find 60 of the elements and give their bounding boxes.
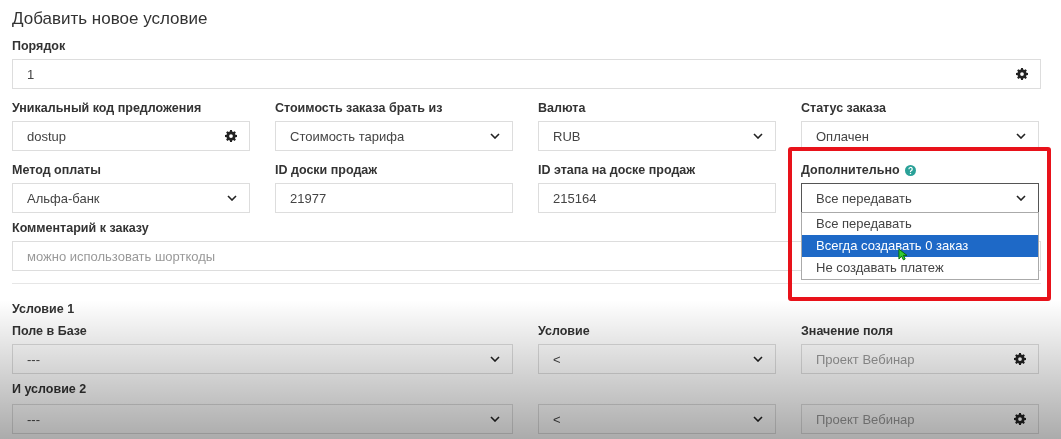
field-label: ID этапа на доске продаж xyxy=(538,163,696,177)
field-label: Уникальный код предложения xyxy=(12,101,202,115)
field-value: Стоимость тарифа xyxy=(290,128,406,144)
field-value: < xyxy=(553,351,562,367)
select-field[interactable]: --- xyxy=(12,344,513,374)
text-field[interactable]: 21977 xyxy=(275,183,513,213)
select-field[interactable]: Стоимость тарифа xyxy=(275,121,513,151)
select-field[interactable]: < xyxy=(538,404,776,434)
field-label: Условие xyxy=(538,324,590,338)
select-field[interactable]: Все передавать xyxy=(801,183,1039,213)
field-value: Альфа-банк xyxy=(27,190,101,206)
text-field[interactable]: 1 xyxy=(12,59,1041,89)
field-label: Поле в Базе xyxy=(12,324,87,338)
form-title: Добавить новое условие xyxy=(12,9,209,29)
condition-title: Условие 1 xyxy=(12,302,76,316)
chevron-down-icon xyxy=(490,133,500,139)
field-value: 21977 xyxy=(290,190,328,206)
field-value: < xyxy=(553,411,562,427)
field-label: Комментарий к заказу xyxy=(12,221,149,235)
field-label: Порядок xyxy=(12,39,66,53)
select-field[interactable]: < xyxy=(538,344,776,374)
field-value: RUB xyxy=(553,128,582,144)
dropdown-option[interactable]: Всегда создавать 0 заказ xyxy=(802,235,1038,257)
chevron-down-icon xyxy=(753,356,763,362)
chevron-down-icon xyxy=(753,416,763,422)
dropdown-option[interactable]: Все передавать xyxy=(802,213,1038,235)
gear-icon[interactable] xyxy=(225,130,237,142)
condition-title: И условие 2 xyxy=(12,382,88,396)
field-value: 1 xyxy=(27,66,36,82)
field-placeholder: Проект Вебинар xyxy=(816,351,915,367)
select-field[interactable]: RUB xyxy=(538,121,776,151)
gear-icon[interactable] xyxy=(1014,413,1026,425)
field-placeholder: Проект Вебинар xyxy=(816,411,915,427)
select-field[interactable]: --- xyxy=(12,404,513,434)
chevron-down-icon xyxy=(1016,195,1026,201)
field-label: Валюта xyxy=(538,101,586,115)
field-value: --- xyxy=(27,411,41,427)
field-value: 215164 xyxy=(553,190,598,206)
field-value: Оплачен xyxy=(816,128,870,144)
field-placeholder: можно использовать шорткоды xyxy=(27,248,216,264)
chevron-down-icon xyxy=(490,416,500,422)
field-label: Статус заказа xyxy=(801,101,886,115)
field-value: Все передавать xyxy=(816,190,913,206)
field-value: --- xyxy=(27,351,41,367)
gear-icon[interactable] xyxy=(1014,353,1026,365)
chevron-down-icon xyxy=(227,195,237,201)
field-label: ID доски продаж xyxy=(275,163,378,177)
field-label: Метод оплаты xyxy=(12,163,101,177)
chevron-down-icon xyxy=(753,133,763,139)
text-field[interactable]: 215164 xyxy=(538,183,776,213)
help-icon[interactable] xyxy=(904,164,916,176)
field-label: Стоимость заказа брать из xyxy=(275,101,443,115)
chevron-down-icon xyxy=(490,356,500,362)
text-field[interactable]: dostup xyxy=(12,121,250,151)
chevron-down-icon xyxy=(1016,133,1026,139)
gear-icon[interactable] xyxy=(1016,68,1028,80)
field-value: dostup xyxy=(27,128,68,144)
field-label: Значение поля xyxy=(801,324,893,338)
field-label: Дополнительно xyxy=(801,163,900,177)
select-field[interactable]: Альфа-банк xyxy=(12,183,250,213)
